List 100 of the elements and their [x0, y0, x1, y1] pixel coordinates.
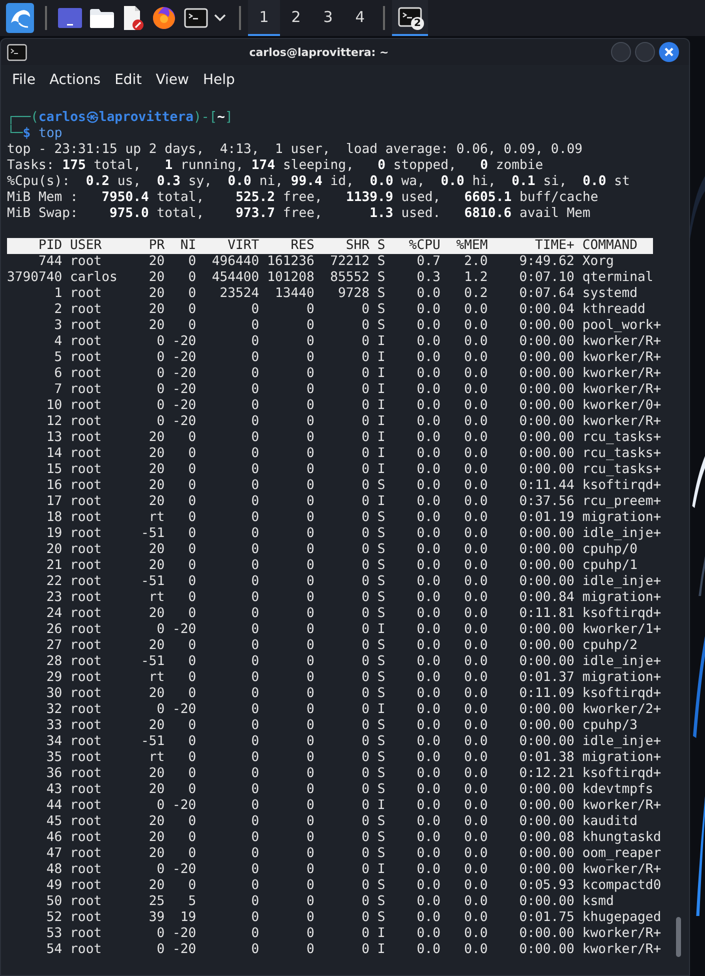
- workspace-tab[interactable]: 1: [248, 0, 280, 36]
- globe-fox-icon[interactable]: [152, 6, 176, 30]
- menu-item[interactable]: Help: [196, 72, 242, 88]
- table-cell-text: 744: [38, 254, 62, 270]
- table-cell: migration+: [582, 590, 662, 606]
- table-cell-text: 0: [360, 558, 370, 574]
- table-cell-text: 0.0: [463, 878, 488, 894]
- table-cell-text: 0: [250, 414, 260, 430]
- column-header[interactable]: TIME+: [496, 238, 574, 254]
- column-header[interactable]: %MEM: [448, 238, 488, 254]
- table-cell-text: 21: [45, 558, 62, 574]
- column-header[interactable]: RES: [267, 238, 314, 254]
- table-cell-text: 0: [187, 846, 196, 862]
- table-cell: S: [377, 686, 386, 702]
- table-cell-text: root: [70, 542, 103, 558]
- table-cell-text: root: [70, 734, 103, 750]
- column-header[interactable]: %CPU: [393, 238, 440, 254]
- table-cell-text: 0: [305, 430, 314, 446]
- workspace-tab[interactable]: 2: [280, 0, 312, 36]
- menu-item[interactable]: File: [5, 72, 42, 88]
- table-cell-text: 0: [360, 350, 370, 366]
- table-cell-text: 0:00.00: [518, 398, 574, 414]
- terminal-icon[interactable]: [184, 8, 208, 28]
- table-cell-text: 0: [250, 366, 260, 382]
- table-cell-text: root: [70, 350, 103, 366]
- table-cell: migration+: [582, 750, 662, 766]
- table-cell-text: 0: [360, 782, 370, 798]
- output-line: %Cpu(s): 0.2 us, 0.3 sy, 0.0 ni, 99.4 id, 0.0 wa, 0.0 hi, 0.1 si, 0.0 st: [7, 174, 631, 190]
- table-cell: I: [377, 702, 386, 718]
- table-cell-text: 0:01.19: [518, 510, 574, 526]
- table-cell-text: root: [70, 558, 103, 574]
- table-cell: -20: [172, 622, 196, 638]
- table-cell-text: root: [70, 254, 103, 270]
- table-cell-text: root: [70, 670, 103, 686]
- table-cell-text: 0: [187, 286, 196, 302]
- table-cell-text: 0: [187, 670, 196, 686]
- table-cell-text: root: [70, 574, 103, 590]
- column-header[interactable]: SHR: [322, 238, 370, 254]
- dragon-logo-icon[interactable]: [6, 3, 34, 33]
- table-cell-text: 0.0: [416, 478, 440, 494]
- table-cell-text: 0: [360, 318, 370, 334]
- table-cell: 3790740: [7, 270, 62, 286]
- table-cell: I: [377, 926, 386, 942]
- column-header[interactable]: USER: [70, 238, 134, 254]
- table-cell-text: 50: [45, 894, 62, 910]
- table-cell-text: 20: [148, 542, 165, 558]
- table-cell-text: 0.0: [463, 766, 488, 782]
- table-cell-text: 0:01.37: [518, 670, 574, 686]
- table-cell-text: 0.0: [416, 910, 440, 926]
- table-cell-text: 0: [250, 782, 260, 798]
- count-badge: 2: [411, 17, 424, 30]
- column-header[interactable]: S: [377, 238, 386, 254]
- document-icon[interactable]: [122, 6, 144, 30]
- table-cell-text: 0: [187, 318, 196, 334]
- close-button[interactable]: [659, 42, 679, 62]
- table-cell-text: root: [70, 398, 103, 414]
- table-cell: rcu_preem+: [582, 494, 662, 510]
- column-header[interactable]: PR: [140, 238, 165, 254]
- table-cell-text: 85552: [329, 270, 370, 286]
- scrollbar-thumb[interactable]: [676, 917, 681, 957]
- table-cell-text: 49: [45, 878, 62, 894]
- table-cell: idle_inje+: [582, 574, 662, 590]
- column-header[interactable]: VIRT: [204, 238, 260, 254]
- taskbar-window-button[interactable]: 2: [392, 0, 428, 36]
- table-cell-text: 0: [250, 798, 260, 814]
- table-cell-text: 0:00.00: [518, 430, 574, 446]
- table-cell: -51: [140, 574, 165, 590]
- column-header[interactable]: NI: [172, 238, 196, 254]
- menu-item[interactable]: Edit: [108, 72, 149, 88]
- table-cell-text: 20: [148, 782, 165, 798]
- table-cell: qterminal: [582, 270, 654, 286]
- table-cell: I: [377, 462, 386, 478]
- table-cell-text: 4: [53, 334, 62, 350]
- table-cell-text: 25: [148, 894, 165, 910]
- table-cell: I: [377, 622, 386, 638]
- table-cell-text: 27: [45, 638, 62, 654]
- table-cell-text: 0.0: [463, 798, 488, 814]
- table-cell-text: root: [70, 510, 103, 526]
- table-cell: 161236: [267, 254, 314, 270]
- table-cell-text: 0: [305, 494, 314, 510]
- table-cell: ksoftirqd+: [582, 686, 662, 702]
- menu-item[interactable]: Actions: [42, 72, 108, 88]
- table-cell: systemd: [582, 286, 638, 302]
- table-cell-text: 0.0: [463, 718, 488, 734]
- table-cell-text: 20: [148, 318, 165, 334]
- folder-icon[interactable]: [90, 8, 114, 28]
- table-cell: S: [377, 302, 386, 318]
- menu-item[interactable]: View: [148, 72, 196, 88]
- table-cell-text: 0.0: [416, 830, 440, 846]
- table-cell-text: 24: [45, 606, 62, 622]
- column-header[interactable]: COMMAND: [582, 238, 638, 254]
- table-cell-text: 0: [360, 846, 370, 862]
- table-cell-text: 0.0: [416, 846, 440, 862]
- workspace-tab[interactable]: 4: [344, 0, 376, 36]
- caret-icon[interactable]: [214, 14, 226, 22]
- table-cell-text: 0:00.00: [518, 814, 574, 830]
- column-header[interactable]: PID: [7, 238, 62, 254]
- workspace-tab[interactable]: 3: [312, 0, 344, 36]
- table-cell: cpuhp/3: [582, 718, 638, 734]
- table-cell-text: 0.0: [416, 606, 440, 622]
